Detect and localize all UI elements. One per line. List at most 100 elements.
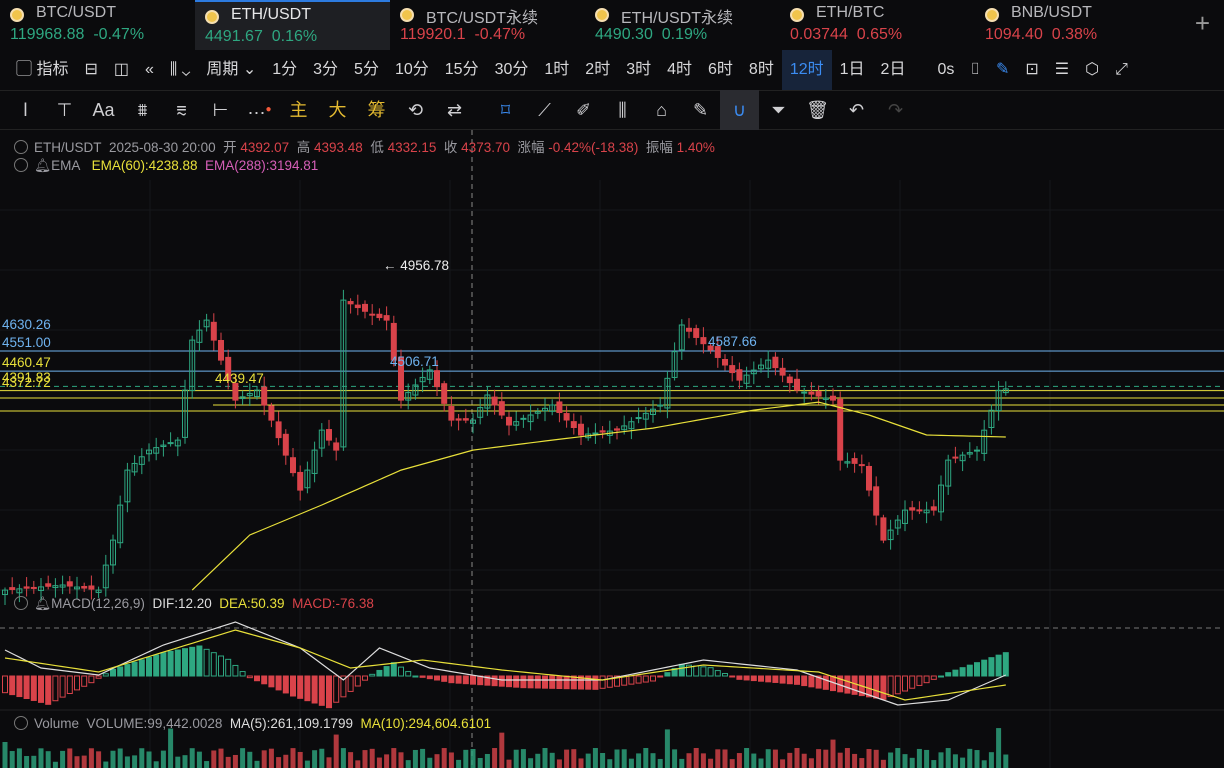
macd-histogram-bar — [434, 675, 440, 681]
close-value: 4373.70 — [461, 140, 510, 155]
volume-bar — [801, 753, 807, 768]
volume-bar — [16, 748, 22, 768]
volume-bar — [182, 755, 188, 768]
macd-histogram-bar — [693, 665, 700, 677]
macd-histogram-bar — [779, 675, 786, 684]
macd-histogram-bar — [110, 668, 116, 677]
macd-histogram-bar — [822, 675, 829, 690]
collapse-icon[interactable] — [14, 716, 28, 730]
macd-histogram-bar — [138, 659, 145, 677]
candle-body — [362, 303, 368, 312]
volume-bar — [268, 748, 274, 768]
dif-value: DIF:12.20 — [152, 596, 212, 611]
volume-bar — [492, 748, 498, 768]
macd-histogram-bar — [311, 675, 318, 704]
volume-bar — [60, 750, 66, 768]
collapse-icon[interactable] — [14, 596, 28, 610]
candle-body — [218, 339, 224, 361]
macd-histogram-bar — [347, 675, 354, 692]
candle-body — [909, 507, 916, 511]
change-value: -0.42%(-18.38) — [548, 140, 639, 155]
ema60-value: EMA(60):4238.88 — [91, 158, 198, 173]
volume-bar — [45, 751, 51, 768]
volume-bar — [204, 761, 210, 768]
volume-bar — [420, 748, 426, 768]
ohlc-legend: ETH/USDT 2025-08-30 20:00 开 4392.07 高 43… — [14, 136, 715, 156]
price-level-label: 4630.26 — [2, 317, 51, 333]
volume-bar — [348, 752, 354, 768]
macd-histogram-bar — [491, 675, 498, 687]
volume-bar — [312, 750, 318, 768]
macd-histogram-bar — [794, 675, 800, 685]
macd-histogram-bar — [765, 675, 772, 683]
volume-bar — [398, 752, 404, 768]
macd-histogram-bar — [851, 675, 858, 695]
macd-histogram-bar — [124, 664, 131, 677]
macd-histogram-bar — [873, 675, 880, 699]
macd-histogram-bar — [153, 654, 160, 677]
candle-body — [333, 442, 340, 451]
macd-histogram-bar — [297, 675, 304, 699]
macd-histogram-bar — [657, 675, 664, 678]
volume-bar — [715, 749, 721, 768]
volume-bar — [24, 756, 30, 768]
candle-body — [441, 383, 448, 404]
price-annotation: 4587.66 — [708, 334, 757, 349]
macd-histogram-bar — [74, 675, 80, 691]
macd-histogram-bar — [930, 675, 937, 680]
macd-histogram-bar — [714, 670, 721, 677]
macd-histogram-bar — [369, 673, 376, 677]
volume-bar — [528, 758, 534, 768]
candle-body — [448, 406, 455, 421]
volume-bar — [700, 753, 706, 768]
volume-bar — [297, 751, 303, 768]
price-level-label: 4460.47 — [2, 355, 51, 371]
macd-histogram-bar — [664, 672, 671, 677]
candle-body — [326, 429, 332, 441]
ma5-value: MA(5):261,109.1799 — [229, 716, 353, 731]
price-level-label: 4372.72 — [2, 374, 51, 390]
macd-histogram-bar — [635, 675, 642, 684]
volume-bar — [31, 755, 37, 768]
macd-histogram-bar — [678, 663, 685, 677]
amp-label: 振幅 — [645, 140, 673, 155]
macd-histogram-bar — [470, 675, 476, 685]
amp-value: 1.40% — [676, 140, 715, 155]
ema-label: EMA — [51, 158, 81, 173]
collapse-icon[interactable] — [14, 158, 28, 172]
candle-body — [873, 486, 880, 516]
legend-datetime: 2025-08-30 20:00 — [109, 140, 216, 155]
macd-histogram-bar — [376, 669, 383, 677]
volume-bar — [412, 749, 418, 768]
bell-icon[interactable]: 🔔︎ — [34, 158, 51, 173]
volume-bar — [772, 749, 778, 768]
macd-histogram-bar — [16, 675, 23, 698]
volume-bar — [880, 759, 886, 768]
volume-bar — [283, 754, 289, 768]
volume-bar — [132, 755, 138, 768]
bell-icon[interactable]: 🔔︎ — [34, 596, 51, 611]
macd-histogram-bar — [441, 675, 448, 682]
volume-bar — [103, 761, 109, 768]
candle-body — [354, 304, 361, 309]
collapse-icon[interactable] — [14, 140, 28, 154]
price-chart[interactable]: ← 4956.78 4506.71 4439.47 4587.66 — [0, 0, 1224, 768]
candle-body — [772, 356, 779, 369]
macd-histogram-bar — [117, 666, 124, 677]
macd-histogram-bar — [383, 666, 390, 677]
change-label: 涨幅 — [517, 140, 545, 155]
macd-histogram-bar — [9, 675, 16, 696]
volume-bar — [628, 758, 634, 768]
volume-value: VOLUME:99,442.0028 — [86, 716, 223, 731]
volume-bar — [679, 758, 685, 768]
macd-histogram-bar — [700, 666, 707, 677]
volume-bar — [175, 756, 181, 768]
macd-histogram-bar — [196, 645, 203, 677]
macd-histogram-bar — [275, 675, 282, 691]
macd-histogram-bar — [527, 675, 534, 689]
macd-histogram-bar — [909, 675, 916, 689]
candle-body — [794, 378, 800, 391]
candle-body — [462, 418, 469, 421]
macd-histogram-bar — [916, 675, 923, 686]
macd-histogram-bar — [462, 675, 469, 685]
